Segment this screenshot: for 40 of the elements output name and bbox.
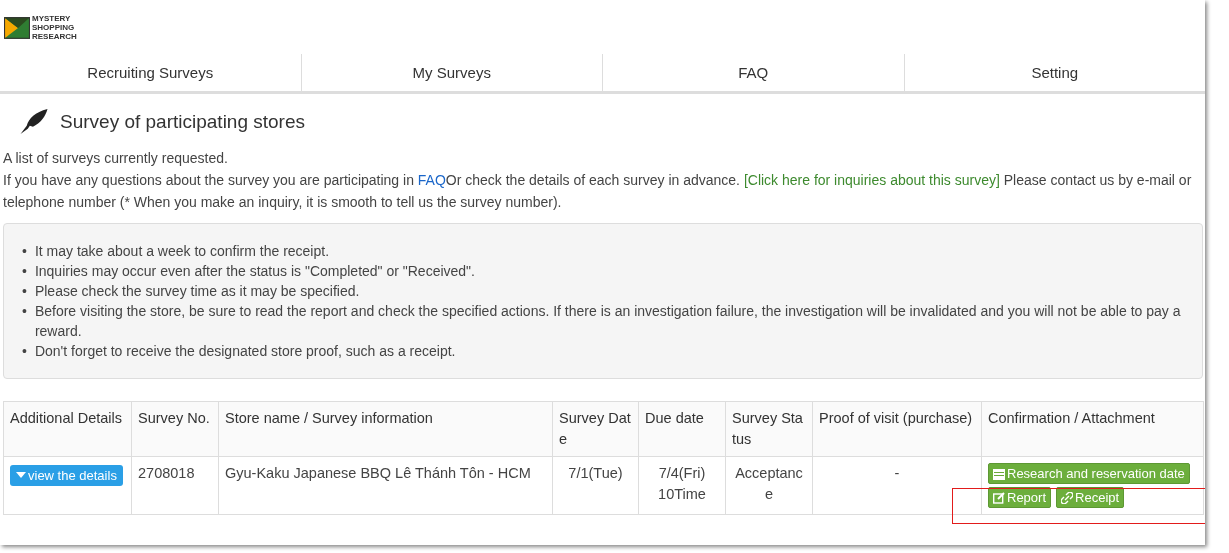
nav-tab[interactable]: Recruiting Surveys <box>0 54 301 91</box>
table-cell: Acceptance <box>735 465 803 502</box>
bullet-mark: • <box>22 342 27 361</box>
column-header: Store name / Survey information <box>225 410 433 426</box>
column-header: Survey Status <box>732 410 803 447</box>
column-header: Due date <box>645 410 704 426</box>
nav-tab[interactable]: My Surveys <box>300 54 602 91</box>
caret-icon <box>16 472 26 478</box>
table-cell-text: 7/4(Fri) 10Time <box>657 464 707 504</box>
nav-tab[interactable]: Setting <box>903 54 1205 91</box>
link-icon <box>1061 491 1074 504</box>
column-header: Confirmation / Attachment <box>988 410 1155 426</box>
bullet-mark: • <box>22 262 27 281</box>
bullet-mark: • <box>22 302 27 321</box>
logo-text: MYSTERY SHOPPING RESEARCH <box>32 14 77 41</box>
table-cell: 2708018 <box>138 465 195 481</box>
faq-link[interactable]: FAQ <box>417 172 446 188</box>
table-cell: 7/1(Tue) <box>568 465 623 481</box>
page-title: Survey of participating stores <box>60 110 305 133</box>
notice-item: Please check the survey time as it may be specified. <box>34 282 360 301</box>
intro-paragraph: If you have any questions about the survey you are participating in FAQOr check the details of each survey in advance. [Click here for inquiries about this survey] Please contact us by e-mail or telephone number (* When you make an inquiry, it is smooth to tell us the survey number). <box>3 171 1193 212</box>
bullet-mark: • <box>22 242 27 261</box>
column-header: Survey No. <box>138 410 210 426</box>
view-details-button[interactable]: view the details <box>10 464 123 486</box>
intro-text: A list of surveys currently requested. <box>3 149 229 168</box>
bullet-mark: • <box>22 282 27 301</box>
inquiry-link[interactable]: [Click here for inquiries about this survey] <box>743 172 1000 188</box>
notice-item: It may take about a week to confirm the receipt. <box>34 242 330 261</box>
notice-item: Before visiting the store, be sure to read the report and check the specified actions. If there is an investigation failure, the investigation will be invalidated and you will not be able to pay a reward. <box>34 302 1182 341</box>
nav-tab[interactable]: FAQ <box>602 54 904 91</box>
column-header: Survey Date <box>559 410 631 447</box>
edit-icon <box>993 491 1005 504</box>
column-header: Proof of visit (purchase) <box>819 410 973 426</box>
table-cell: Gyu-Kaku Japanese BBQ Lê Thánh Tôn - HCM <box>225 465 531 481</box>
calendar-icon <box>993 467 1005 480</box>
notice-item: Don't forget to receive the designated store proof, such as a receipt. <box>34 342 456 361</box>
notice-item: Inquiries may occur even after the status is "Completed" or "Received". <box>34 262 475 281</box>
column-header: Additional Details <box>10 410 123 426</box>
table-cell: - <box>894 465 900 481</box>
logo-icon <box>4 14 30 41</box>
